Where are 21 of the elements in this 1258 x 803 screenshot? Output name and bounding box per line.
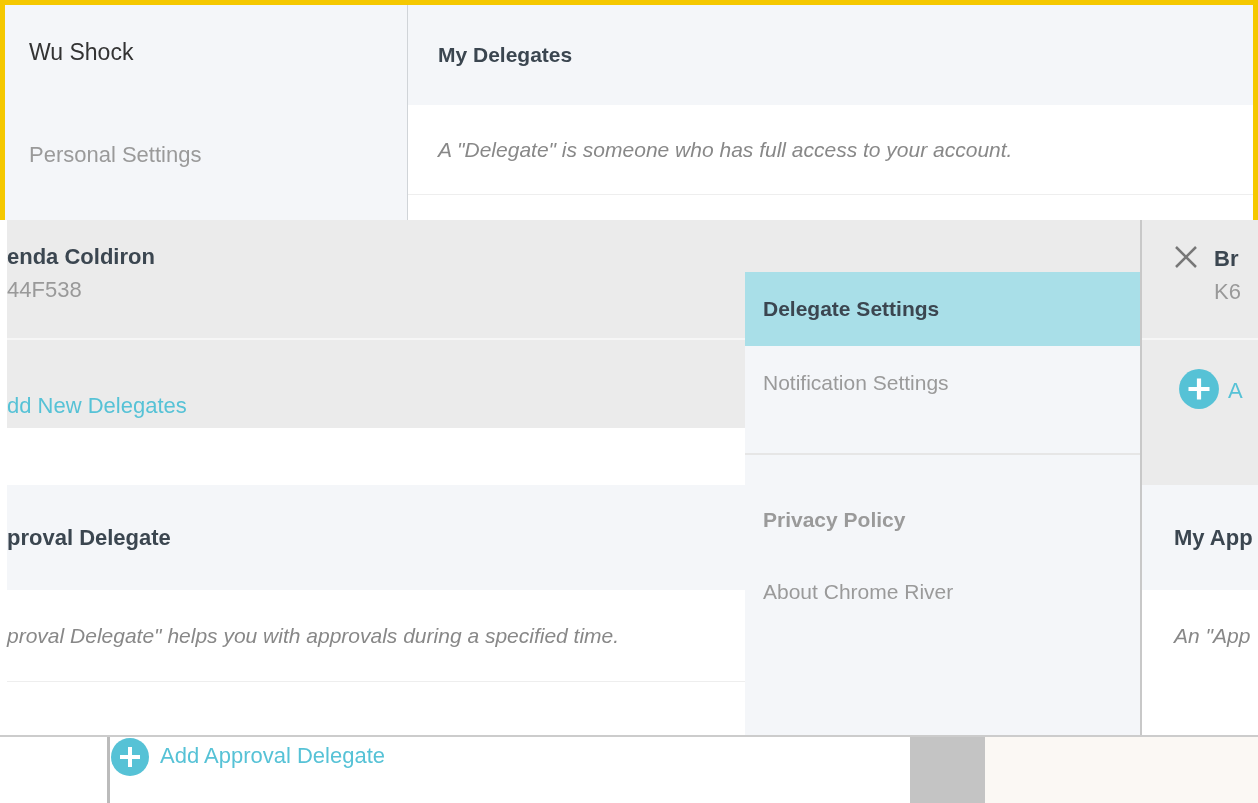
close-icon bbox=[1174, 245, 1198, 269]
delegate-name: Br bbox=[1214, 245, 1240, 273]
panel-description: A "Delegate" is someone who has full access to your account. bbox=[408, 105, 1253, 195]
add-approval-delegate-link[interactable]: Add Approval Delegate bbox=[160, 739, 386, 772]
menu-item[interactable]: Delegate Settings bbox=[745, 272, 1140, 346]
plus-icon bbox=[110, 737, 150, 777]
section-description: An "App bbox=[1172, 623, 1252, 650]
user-name: Wu Shock bbox=[29, 38, 135, 67]
delegate-id: 44F538 bbox=[7, 276, 83, 304]
add-delegates-link[interactable]: dd New Delegates bbox=[7, 389, 187, 422]
menu-item[interactable]: Privacy Policy bbox=[745, 485, 1140, 555]
delegate-name: enda Coldiron bbox=[7, 243, 156, 271]
sidebar-item[interactable]: Personal Settings bbox=[29, 137, 202, 171]
panel-title: My Delegates bbox=[438, 42, 573, 69]
delegate-id: K6 bbox=[1214, 278, 1241, 306]
menu-item[interactable]: Notification Settings bbox=[745, 346, 1140, 420]
section-title: proval Delegate bbox=[7, 524, 171, 552]
add-delegates-link[interactable]: A bbox=[1228, 374, 1243, 407]
section-title: My App bbox=[1174, 524, 1253, 552]
menu-item[interactable]: About Chrome River bbox=[745, 555, 1140, 629]
plus-icon bbox=[1178, 368, 1220, 410]
